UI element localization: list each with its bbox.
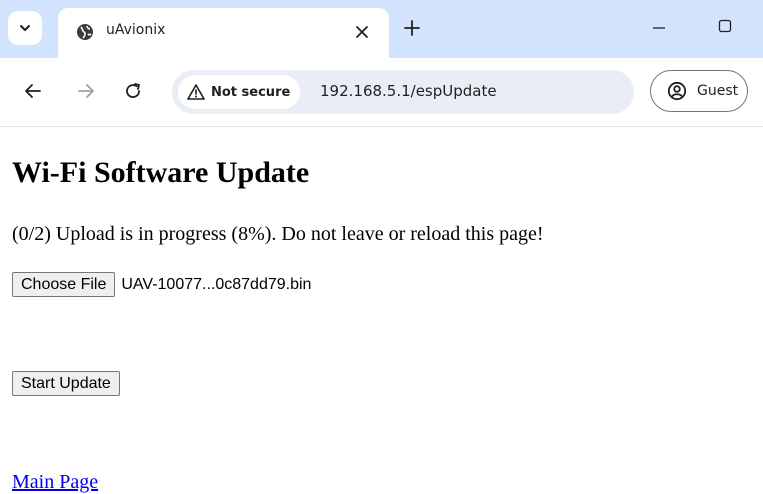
new-tab-icon[interactable] [404, 20, 420, 36]
main-page-link[interactable]: Main Page [12, 471, 98, 494]
browser-toolbar: Not secure 192.168.5.1/espUpdate Guest [0, 58, 763, 127]
tab-search-button[interactable] [8, 11, 42, 45]
maximize-icon[interactable] [718, 19, 732, 33]
profile-label: Guest [697, 83, 739, 99]
globe-icon [77, 24, 93, 40]
page-content: Wi-Fi Software Update (0/2) Upload is in… [12, 126, 763, 494]
reload-icon[interactable] [124, 82, 142, 100]
upload-status: (0/2) Upload is in progress (8%). Do not… [12, 223, 544, 245]
active-tab[interactable]: uAvionix [58, 8, 389, 58]
url-text[interactable]: 192.168.5.1/espUpdate [320, 82, 497, 100]
warning-icon [187, 84, 205, 100]
back-icon[interactable] [24, 82, 42, 100]
selected-file-name: UAV-10077...0c87dd79.bin [121, 275, 312, 293]
page-title: Wi-Fi Software Update [12, 156, 310, 189]
profile-button[interactable]: Guest [650, 70, 748, 112]
forward-icon[interactable] [77, 82, 95, 100]
tab-strip: uAvionix [0, 0, 763, 58]
start-update-button[interactable]: Start Update [12, 371, 120, 396]
avatar-icon [667, 81, 687, 101]
chevron-down-icon [20, 25, 30, 31]
choose-file-button[interactable]: Choose File [12, 272, 116, 297]
security-chip[interactable]: Not secure [178, 75, 300, 109]
tab-title: uAvionix [106, 22, 166, 38]
minimize-icon[interactable] [652, 21, 666, 35]
close-icon[interactable] [355, 25, 369, 39]
address-bar[interactable]: Not secure 192.168.5.1/espUpdate [172, 70, 634, 114]
security-label: Not secure [211, 84, 291, 100]
file-picker: Choose File UAV-10077...0c87dd79.bin [12, 272, 311, 297]
